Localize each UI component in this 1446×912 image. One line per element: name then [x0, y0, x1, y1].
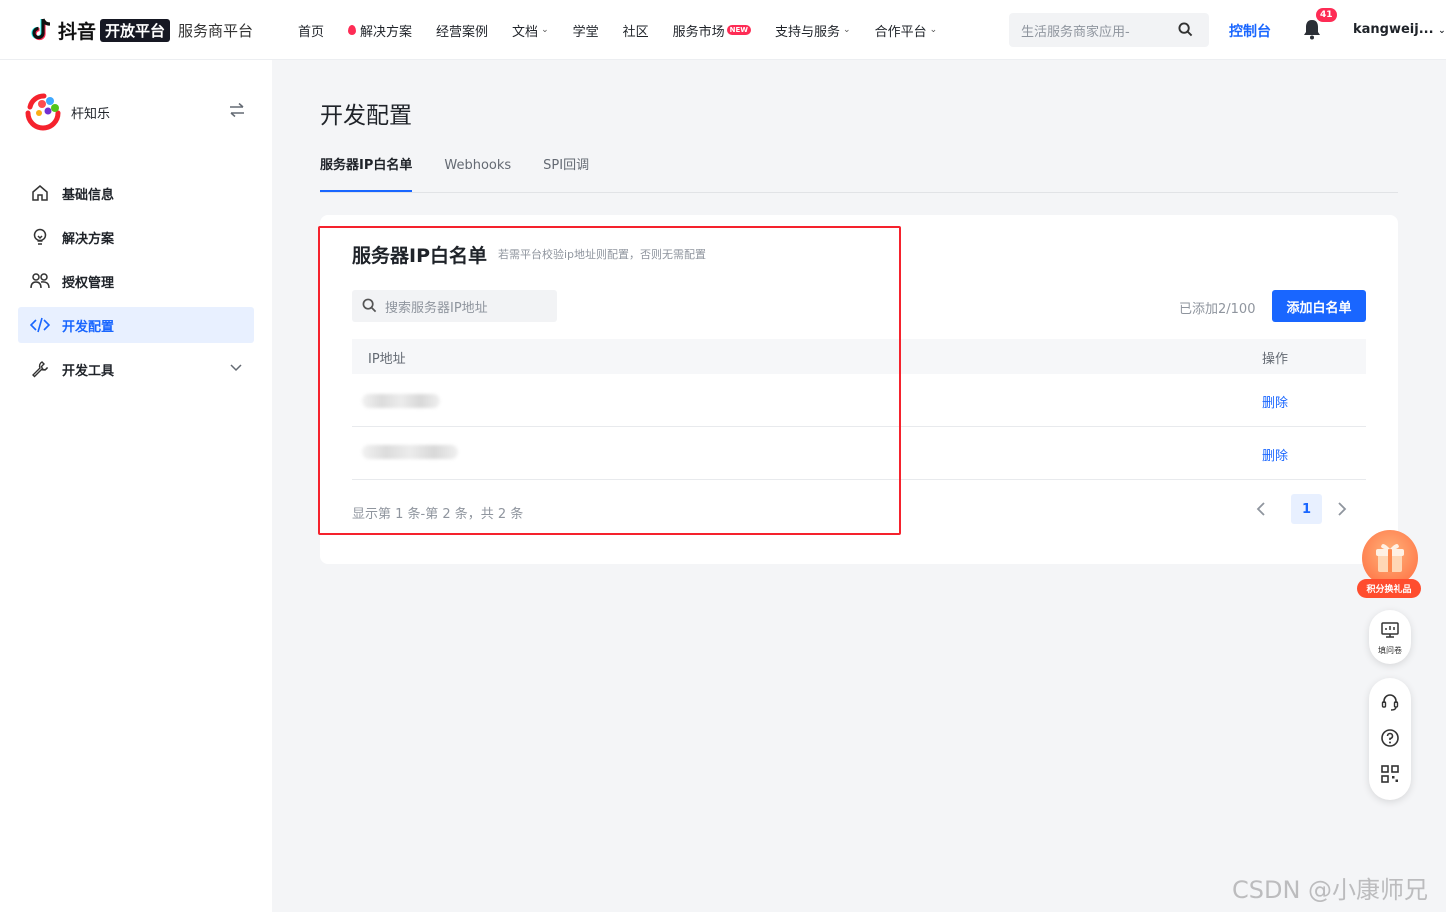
- qr-code-icon[interactable]: [1380, 764, 1400, 784]
- nav-cases[interactable]: 经营案例: [436, 21, 488, 40]
- table-row: 删除: [352, 427, 1366, 480]
- nav-label: 服务市场: [672, 24, 725, 40]
- page-number[interactable]: 1: [1291, 494, 1322, 524]
- delete-link[interactable]: 删除: [1262, 392, 1288, 411]
- survey-icon: [1380, 621, 1400, 643]
- nav-docs[interactable]: 文档 ⌄: [512, 21, 549, 40]
- sidebar-item-dev-config[interactable]: 开发配置: [18, 307, 254, 343]
- search-icon: [362, 298, 377, 317]
- nav-label: 支持与服务: [775, 24, 841, 40]
- floating-toolbar: [1369, 678, 1411, 800]
- switch-app-icon[interactable]: [228, 102, 246, 122]
- users-icon: [30, 271, 50, 291]
- ip-address-redacted: [362, 394, 440, 408]
- chevron-down-icon: ⌄: [1438, 26, 1446, 36]
- page-title: 开发配置: [320, 103, 412, 129]
- sidebar-item-label: 开发工具: [62, 363, 115, 379]
- ip-search-input[interactable]: 搜索服务器IP地址: [352, 290, 557, 322]
- sidebar-item-authorization[interactable]: 授权管理: [18, 263, 254, 299]
- help-icon[interactable]: [1380, 728, 1400, 748]
- nav-partners[interactable]: 合作平台 ⌄: [875, 21, 938, 40]
- tab-ip-whitelist[interactable]: 服务器IP白名单: [320, 156, 413, 192]
- watermark: CSDN @小康师兄: [1232, 876, 1429, 904]
- douyin-open-platform-logo[interactable]: 抖音 开放平台 服务商平台: [30, 16, 253, 44]
- sidebar-item-solutions[interactable]: 解决方案: [18, 219, 254, 255]
- logo-subtitle: 服务商平台: [178, 21, 254, 40]
- gift-icon: [1362, 530, 1418, 586]
- new-badge: NEW: [726, 25, 752, 35]
- nav-label: 社区: [622, 24, 649, 40]
- nav-academy[interactable]: 学堂: [573, 21, 599, 40]
- sidebar: 杆知乐 基础信息 解决方案 授权管理 开发配置 开发工具: [0, 60, 272, 912]
- search-icon[interactable]: [1178, 22, 1193, 41]
- headset-icon[interactable]: [1380, 692, 1400, 712]
- nav-market[interactable]: 服务市场 NEW: [672, 21, 752, 40]
- added-count: 已添加2/100: [1179, 302, 1256, 317]
- user-menu[interactable]: kangweij... ⌄: [1353, 22, 1446, 37]
- ip-whitelist-card: 服务器IP白名单 若需平台校验ip地址则配置，否则无需配置 搜索服务器IP地址 …: [320, 215, 1398, 564]
- nav-label: 合作平台: [874, 24, 927, 40]
- app-name: 杆知乐: [71, 106, 111, 122]
- nav-label: 首页: [298, 24, 325, 40]
- column-action: 操作: [1262, 352, 1289, 367]
- sidebar-item-dev-tools[interactable]: 开发工具: [18, 351, 254, 387]
- survey-label: 填问卷: [1378, 646, 1402, 655]
- nav-label: 文档: [512, 24, 539, 40]
- chevron-down-icon: ⌄: [929, 25, 938, 35]
- sidebar-item-label: 解决方案: [62, 231, 115, 247]
- nav-label: 学堂: [572, 24, 599, 40]
- add-whitelist-button[interactable]: 添加白名单: [1272, 290, 1366, 322]
- douyin-logo-icon: [30, 17, 54, 43]
- config-tabs: 服务器IP白名单 Webhooks SPI回调: [320, 156, 1398, 193]
- prev-page-icon[interactable]: [1256, 501, 1266, 521]
- table-header: IP地址 操作: [352, 339, 1366, 374]
- global-search-input[interactable]: 生活服务商家应用-: [1009, 13, 1209, 47]
- column-ip: IP地址: [368, 352, 406, 367]
- search-placeholder: 生活服务商家应用-: [1021, 24, 1130, 40]
- chevron-down-icon: ⌄: [843, 25, 851, 35]
- main-content: 开发配置 服务器IP白名单 Webhooks SPI回调 服务器IP白名单 若需…: [272, 60, 1446, 912]
- table-row: 删除: [352, 374, 1366, 427]
- home-icon: [30, 183, 50, 203]
- card-hint: 若需平台校验ip地址则配置，否则无需配置: [498, 248, 707, 261]
- next-page-icon[interactable]: [1337, 501, 1347, 521]
- fire-icon: [348, 25, 357, 35]
- chevron-down-icon[interactable]: [230, 361, 242, 376]
- nav-label: 经营案例: [436, 24, 489, 40]
- search-placeholder: 搜索服务器IP地址: [385, 300, 488, 316]
- delete-link[interactable]: 删除: [1262, 445, 1288, 464]
- pagination-summary: 显示第 1 条-第 2 条，共 2 条: [352, 507, 524, 522]
- nav-solutions[interactable]: 解决方案: [348, 21, 412, 40]
- survey-button[interactable]: 填问卷: [1369, 610, 1411, 664]
- notification-count-badge: 41: [1316, 8, 1337, 22]
- gift-widget[interactable]: 积分换礼品: [1357, 530, 1421, 598]
- sidebar-item-label: 基础信息: [62, 187, 115, 203]
- sidebar-item-label: 授权管理: [62, 275, 115, 291]
- logo-word: 抖音: [58, 20, 97, 43]
- tab-webhooks[interactable]: Webhooks: [444, 156, 511, 192]
- code-icon: [30, 315, 50, 335]
- app-switcher: 杆知乐: [22, 90, 252, 134]
- sidebar-menu: 基础信息 解决方案 授权管理 开发配置 开发工具: [18, 175, 254, 395]
- logo-badge: 开放平台: [100, 18, 171, 42]
- chevron-down-icon: ⌄: [541, 25, 549, 35]
- nav-home[interactable]: 首页: [298, 21, 324, 40]
- tab-spi-callback[interactable]: SPI回调: [543, 156, 589, 192]
- card-title: 服务器IP白名单: [352, 245, 487, 267]
- sidebar-item-label: 开发配置: [62, 319, 115, 335]
- app-logo: [22, 91, 64, 133]
- nav-community[interactable]: 社区: [623, 21, 649, 40]
- sidebar-item-basic-info[interactable]: 基础信息: [18, 175, 254, 211]
- nav-label: 解决方案: [360, 24, 413, 40]
- gift-label: 积分换礼品: [1357, 579, 1421, 598]
- nav-support[interactable]: 支持与服务 ⌄: [775, 21, 851, 40]
- main-nav: 首页 解决方案 经营案例 文档 ⌄ 学堂 社区 服务市场 NEW 支持与服务 ⌄ 合作…: [298, 0, 961, 60]
- top-bar: 抖音 开放平台 服务商平台 首页 解决方案 经营案例 文档 ⌄ 学堂 社区 服务市…: [0, 0, 1446, 60]
- pagination: 1: [1256, 494, 1366, 524]
- wrench-icon: [30, 359, 50, 379]
- user-name: kangweij...: [1353, 22, 1434, 37]
- ip-address-redacted: [362, 445, 458, 459]
- console-link[interactable]: 控制台: [1229, 21, 1271, 41]
- bulb-icon: [30, 227, 50, 247]
